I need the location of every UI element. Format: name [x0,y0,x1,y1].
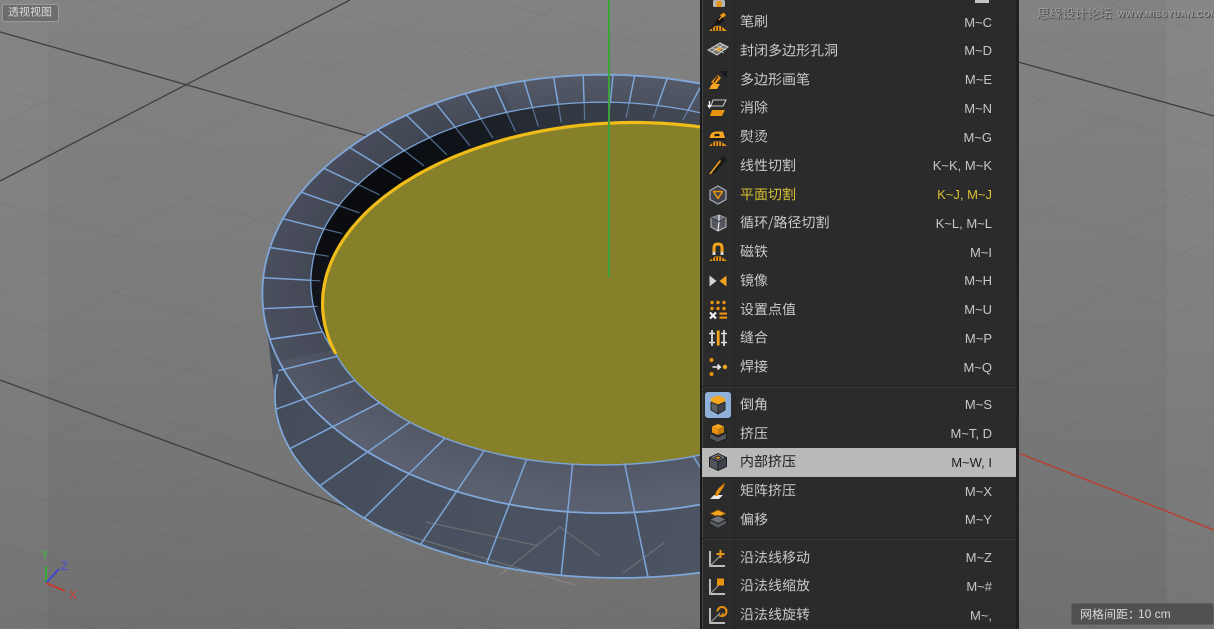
svg-text:Y: Y [41,550,49,562]
svg-text:Z: Z [61,561,68,573]
svg-text:X: X [69,590,77,602]
